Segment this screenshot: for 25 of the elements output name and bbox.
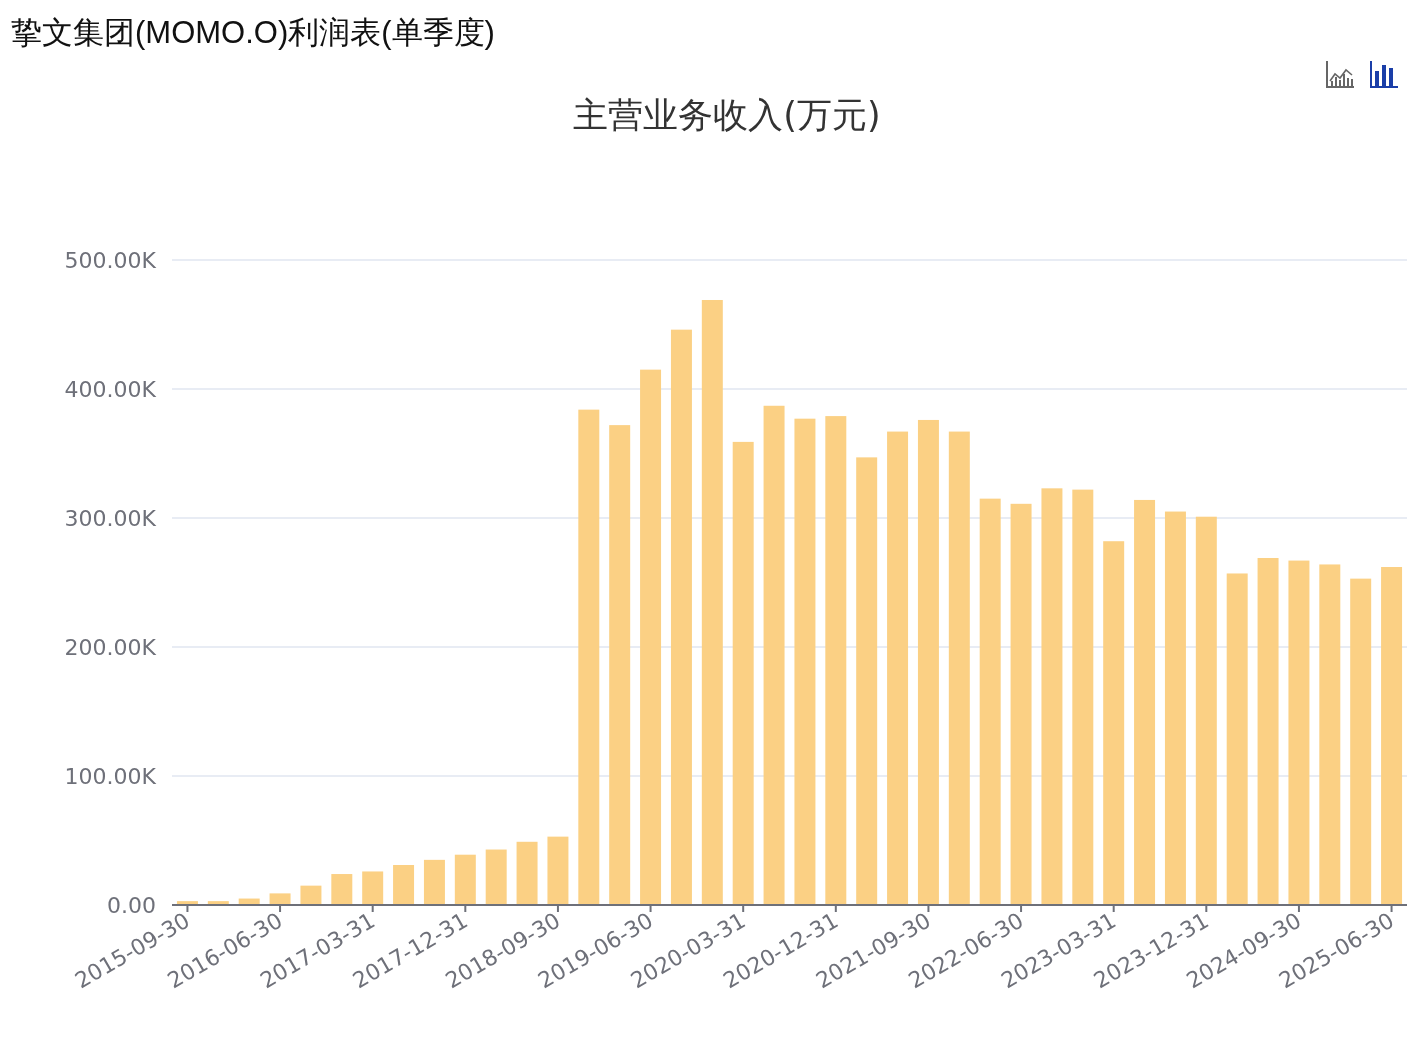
page-title: 挚文集团(MOMO.O)利润表(单季度): [10, 14, 495, 52]
bar: [207, 901, 229, 905]
y-axis-label: 300.00K: [64, 506, 156, 531]
chart-title: 主营业务收入(万元): [573, 94, 881, 137]
bar: [176, 901, 198, 905]
bar: [423, 859, 445, 905]
y-axis-label: 100.00K: [64, 764, 156, 789]
y-axis-label: 200.00K: [64, 635, 156, 660]
y-axis-label: 0.00: [107, 893, 156, 918]
bar: [516, 841, 538, 905]
bar: [331, 874, 353, 905]
bar: [393, 865, 415, 905]
y-axis-label: 400.00K: [64, 377, 156, 402]
bar: [454, 854, 476, 905]
bar-chart-toggle[interactable]: [1368, 58, 1400, 90]
y-axis-label: 500.00K: [64, 248, 156, 273]
bar-chart-icon: [1369, 59, 1399, 89]
bar: [362, 871, 384, 905]
bar: [238, 898, 260, 905]
line-chart-icon: [1325, 59, 1355, 89]
bar: [269, 893, 291, 905]
line-chart-toggle[interactable]: [1324, 58, 1356, 90]
bar: [300, 885, 322, 905]
bar: [547, 836, 569, 905]
bar: [485, 849, 507, 905]
